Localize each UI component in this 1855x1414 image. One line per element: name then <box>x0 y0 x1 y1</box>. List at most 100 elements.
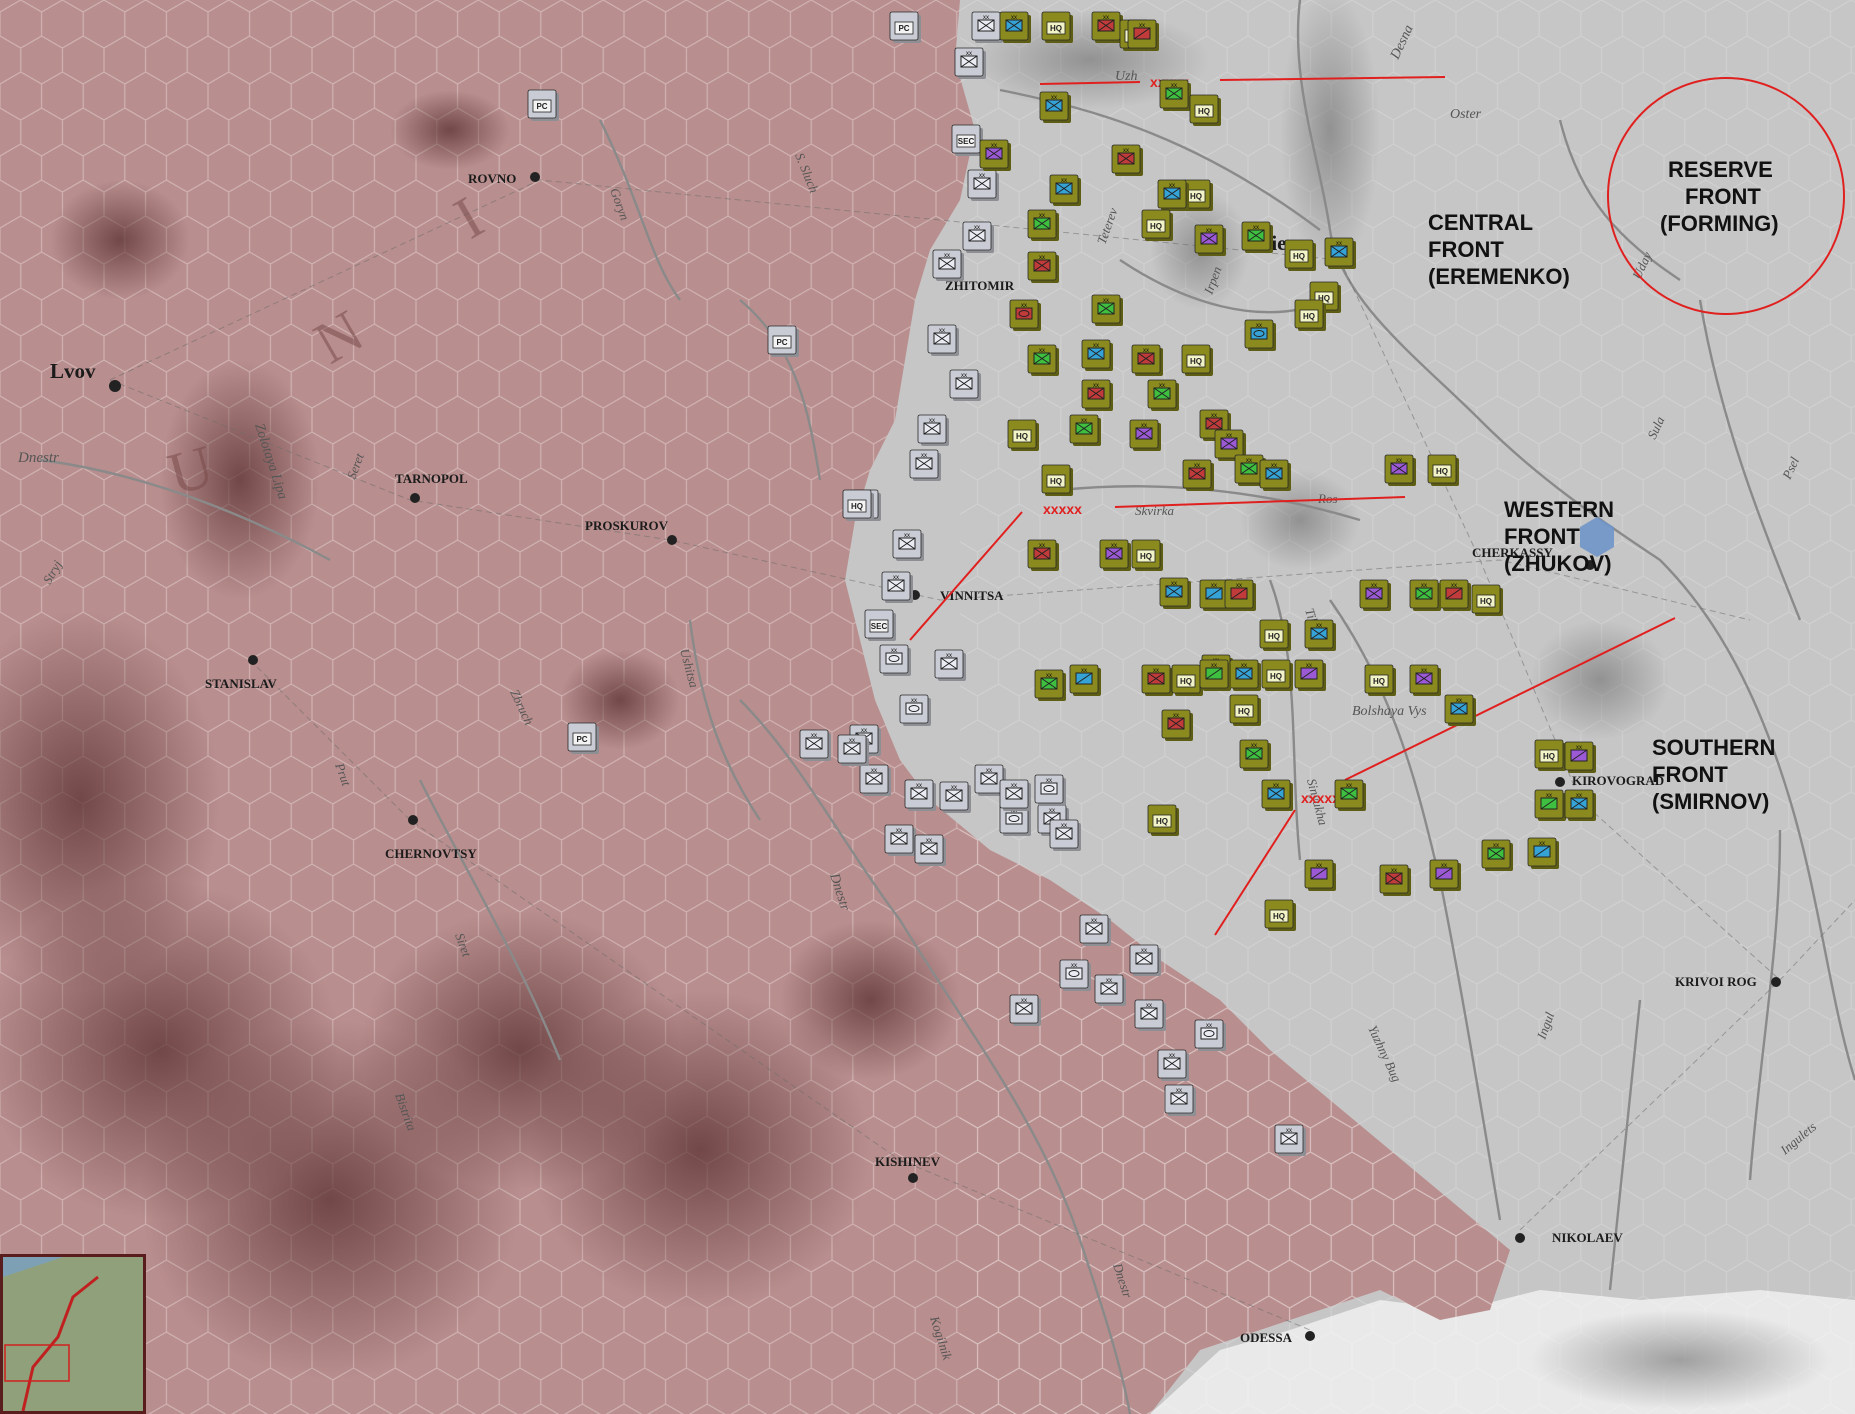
axis-unit-counter[interactable]: xx <box>967 169 999 201</box>
soviet-unit-counter[interactable]: HQ <box>1264 899 1296 931</box>
soviet-unit-counter[interactable]: HQ <box>1534 739 1566 771</box>
soviet-unit-counter[interactable]: xx <box>1027 344 1059 376</box>
soviet-unit-counter[interactable]: xx <box>1239 739 1271 771</box>
axis-unit-counter[interactable]: xx <box>934 649 966 681</box>
soviet-unit-counter[interactable]: xx <box>1294 659 1326 691</box>
soviet-unit-counter[interactable]: xx <box>1244 319 1276 351</box>
soviet-unit-counter[interactable]: HQ <box>1041 11 1073 43</box>
soviet-unit-counter[interactable]: HQ <box>1171 664 1203 696</box>
soviet-unit-counter[interactable]: xx <box>1224 579 1256 611</box>
axis-unit-counter[interactable]: xx <box>949 369 981 401</box>
axis-unit-counter[interactable]: xx <box>859 764 891 796</box>
soviet-unit-counter[interactable]: xx <box>1141 664 1173 696</box>
soviet-unit-counter[interactable]: HQ <box>1131 539 1163 571</box>
soviet-unit-counter[interactable]: xx <box>1229 659 1261 691</box>
soviet-unit-counter[interactable]: xx <box>1027 539 1059 571</box>
soviet-unit-counter[interactable]: xx <box>1129 419 1161 451</box>
soviet-unit-counter[interactable]: xx <box>1304 619 1336 651</box>
axis-unit-counter[interactable]: xx <box>1194 1019 1226 1051</box>
axis-unit-counter[interactable]: xx <box>939 781 971 813</box>
axis-unit-counter[interactable]: xx <box>1059 959 1091 991</box>
axis-unit-counter[interactable]: xx <box>881 571 913 603</box>
axis-unit-counter[interactable]: xx <box>1164 1084 1196 1116</box>
soviet-unit-counter[interactable]: HQ <box>1189 94 1221 126</box>
soviet-unit-counter[interactable]: xx <box>1159 79 1191 111</box>
soviet-unit-counter[interactable]: xx <box>1481 839 1513 871</box>
soviet-unit-counter[interactable]: HQ <box>1364 664 1396 696</box>
axis-unit-counter[interactable]: xx <box>1157 1049 1189 1081</box>
axis-unit-counter[interactable]: xx <box>927 324 959 356</box>
soviet-unit-counter[interactable]: xx <box>1049 174 1081 206</box>
axis-unit-counter[interactable]: xx <box>954 47 986 79</box>
soviet-unit-counter[interactable]: xx <box>1027 209 1059 241</box>
soviet-unit-counter[interactable]: xx <box>1429 859 1461 891</box>
axis-unit-counter[interactable]: xx <box>1274 1124 1306 1156</box>
soviet-unit-counter[interactable]: HQ <box>1471 584 1503 616</box>
soviet-unit-counter[interactable]: xx <box>999 11 1031 43</box>
soviet-unit-counter[interactable]: HQ <box>1284 239 1316 271</box>
soviet-unit-counter[interactable]: HQ <box>1427 454 1459 486</box>
soviet-unit-counter[interactable]: xx <box>1182 459 1214 491</box>
soviet-unit-counter[interactable]: xx <box>1534 789 1566 821</box>
axis-unit-counter[interactable]: xx <box>837 734 869 766</box>
axis-unit-counter[interactable]: xx <box>909 449 941 481</box>
soviet-unit-counter[interactable]: xx <box>1161 709 1193 741</box>
soviet-unit-counter[interactable]: HQ <box>1141 209 1173 241</box>
axis-unit-counter[interactable]: xx <box>999 779 1031 811</box>
soviet-unit-counter[interactable]: xx <box>1199 659 1231 691</box>
axis-unit-counter[interactable]: PC <box>889 11 921 43</box>
soviet-unit-counter[interactable]: HQ <box>1261 659 1293 691</box>
soviet-unit-counter[interactable]: xx <box>1194 224 1226 256</box>
soviet-unit-counter[interactable]: xx <box>1091 294 1123 326</box>
soviet-unit-counter[interactable]: xx <box>1081 339 1113 371</box>
soviet-unit-counter[interactable]: xx <box>1527 837 1559 869</box>
soviet-unit-counter[interactable]: xx <box>1099 539 1131 571</box>
soviet-unit-counter[interactable]: HQ <box>1229 694 1261 726</box>
axis-unit-counter[interactable]: xx <box>799 729 831 761</box>
axis-unit-counter[interactable]: xx <box>914 834 946 866</box>
soviet-unit-counter[interactable]: xx <box>1147 379 1179 411</box>
soviet-unit-counter[interactable]: xx <box>1334 779 1366 811</box>
axis-unit-counter[interactable]: xx <box>1009 994 1041 1026</box>
axis-unit-counter[interactable]: xx <box>1079 914 1111 946</box>
soviet-unit-counter[interactable]: xx <box>1259 459 1291 491</box>
soviet-unit-counter[interactable]: xx <box>1409 579 1441 611</box>
minimap-view[interactable] <box>3 1257 143 1411</box>
soviet-unit-counter[interactable]: xx <box>1444 694 1476 726</box>
soviet-unit-counter[interactable]: xx <box>1241 221 1273 253</box>
soviet-unit-counter[interactable]: xx <box>1159 577 1191 609</box>
axis-unit-counter[interactable]: xx <box>879 644 911 676</box>
map-board[interactable]: Lvov ROVNO TARNOPOL PROSKUROV STANISLAV … <box>0 0 1855 1414</box>
soviet-unit-counter[interactable]: xx <box>1131 344 1163 376</box>
axis-unit-counter[interactable]: xx <box>884 824 916 856</box>
soviet-unit-counter[interactable]: xx <box>1111 144 1143 176</box>
soviet-unit-counter[interactable]: xx <box>1564 741 1596 773</box>
axis-unit-counter[interactable]: HQ <box>842 489 874 521</box>
soviet-unit-counter[interactable]: HQ <box>1147 804 1179 836</box>
axis-unit-counter[interactable]: PC <box>527 89 559 121</box>
axis-unit-counter[interactable]: xx <box>932 249 964 281</box>
soviet-unit-counter[interactable]: HQ <box>1259 619 1291 651</box>
soviet-unit-counter[interactable]: xx <box>1127 19 1159 51</box>
soviet-unit-counter[interactable]: xx <box>1359 579 1391 611</box>
soviet-unit-counter[interactable]: xx <box>1081 379 1113 411</box>
soviet-unit-counter[interactable]: xx <box>1304 859 1336 891</box>
soviet-unit-counter[interactable]: HQ <box>1181 344 1213 376</box>
soviet-unit-counter[interactable]: xx <box>979 139 1011 171</box>
soviet-unit-counter[interactable]: xx <box>1564 789 1596 821</box>
axis-unit-counter[interactable]: xx <box>1034 774 1066 806</box>
soviet-unit-counter[interactable]: xx <box>1409 664 1441 696</box>
soviet-unit-counter[interactable]: xx <box>1091 11 1123 43</box>
soviet-unit-counter[interactable]: HQ <box>1007 419 1039 451</box>
soviet-unit-counter[interactable]: HQ <box>1041 464 1073 496</box>
soviet-unit-counter[interactable]: xx <box>1157 179 1189 211</box>
axis-unit-counter[interactable]: xx <box>917 414 949 446</box>
axis-unit-counter[interactable]: xx <box>1134 999 1166 1031</box>
soviet-unit-counter[interactable]: xx <box>1069 664 1101 696</box>
axis-unit-counter[interactable]: xx <box>1049 819 1081 851</box>
soviet-unit-counter[interactable]: xx <box>1009 299 1041 331</box>
soviet-unit-counter[interactable]: xx <box>1324 237 1356 269</box>
axis-unit-counter[interactable]: PC <box>767 325 799 357</box>
axis-unit-counter[interactable]: SEC <box>864 609 896 641</box>
axis-unit-counter[interactable]: xx <box>971 11 1003 43</box>
